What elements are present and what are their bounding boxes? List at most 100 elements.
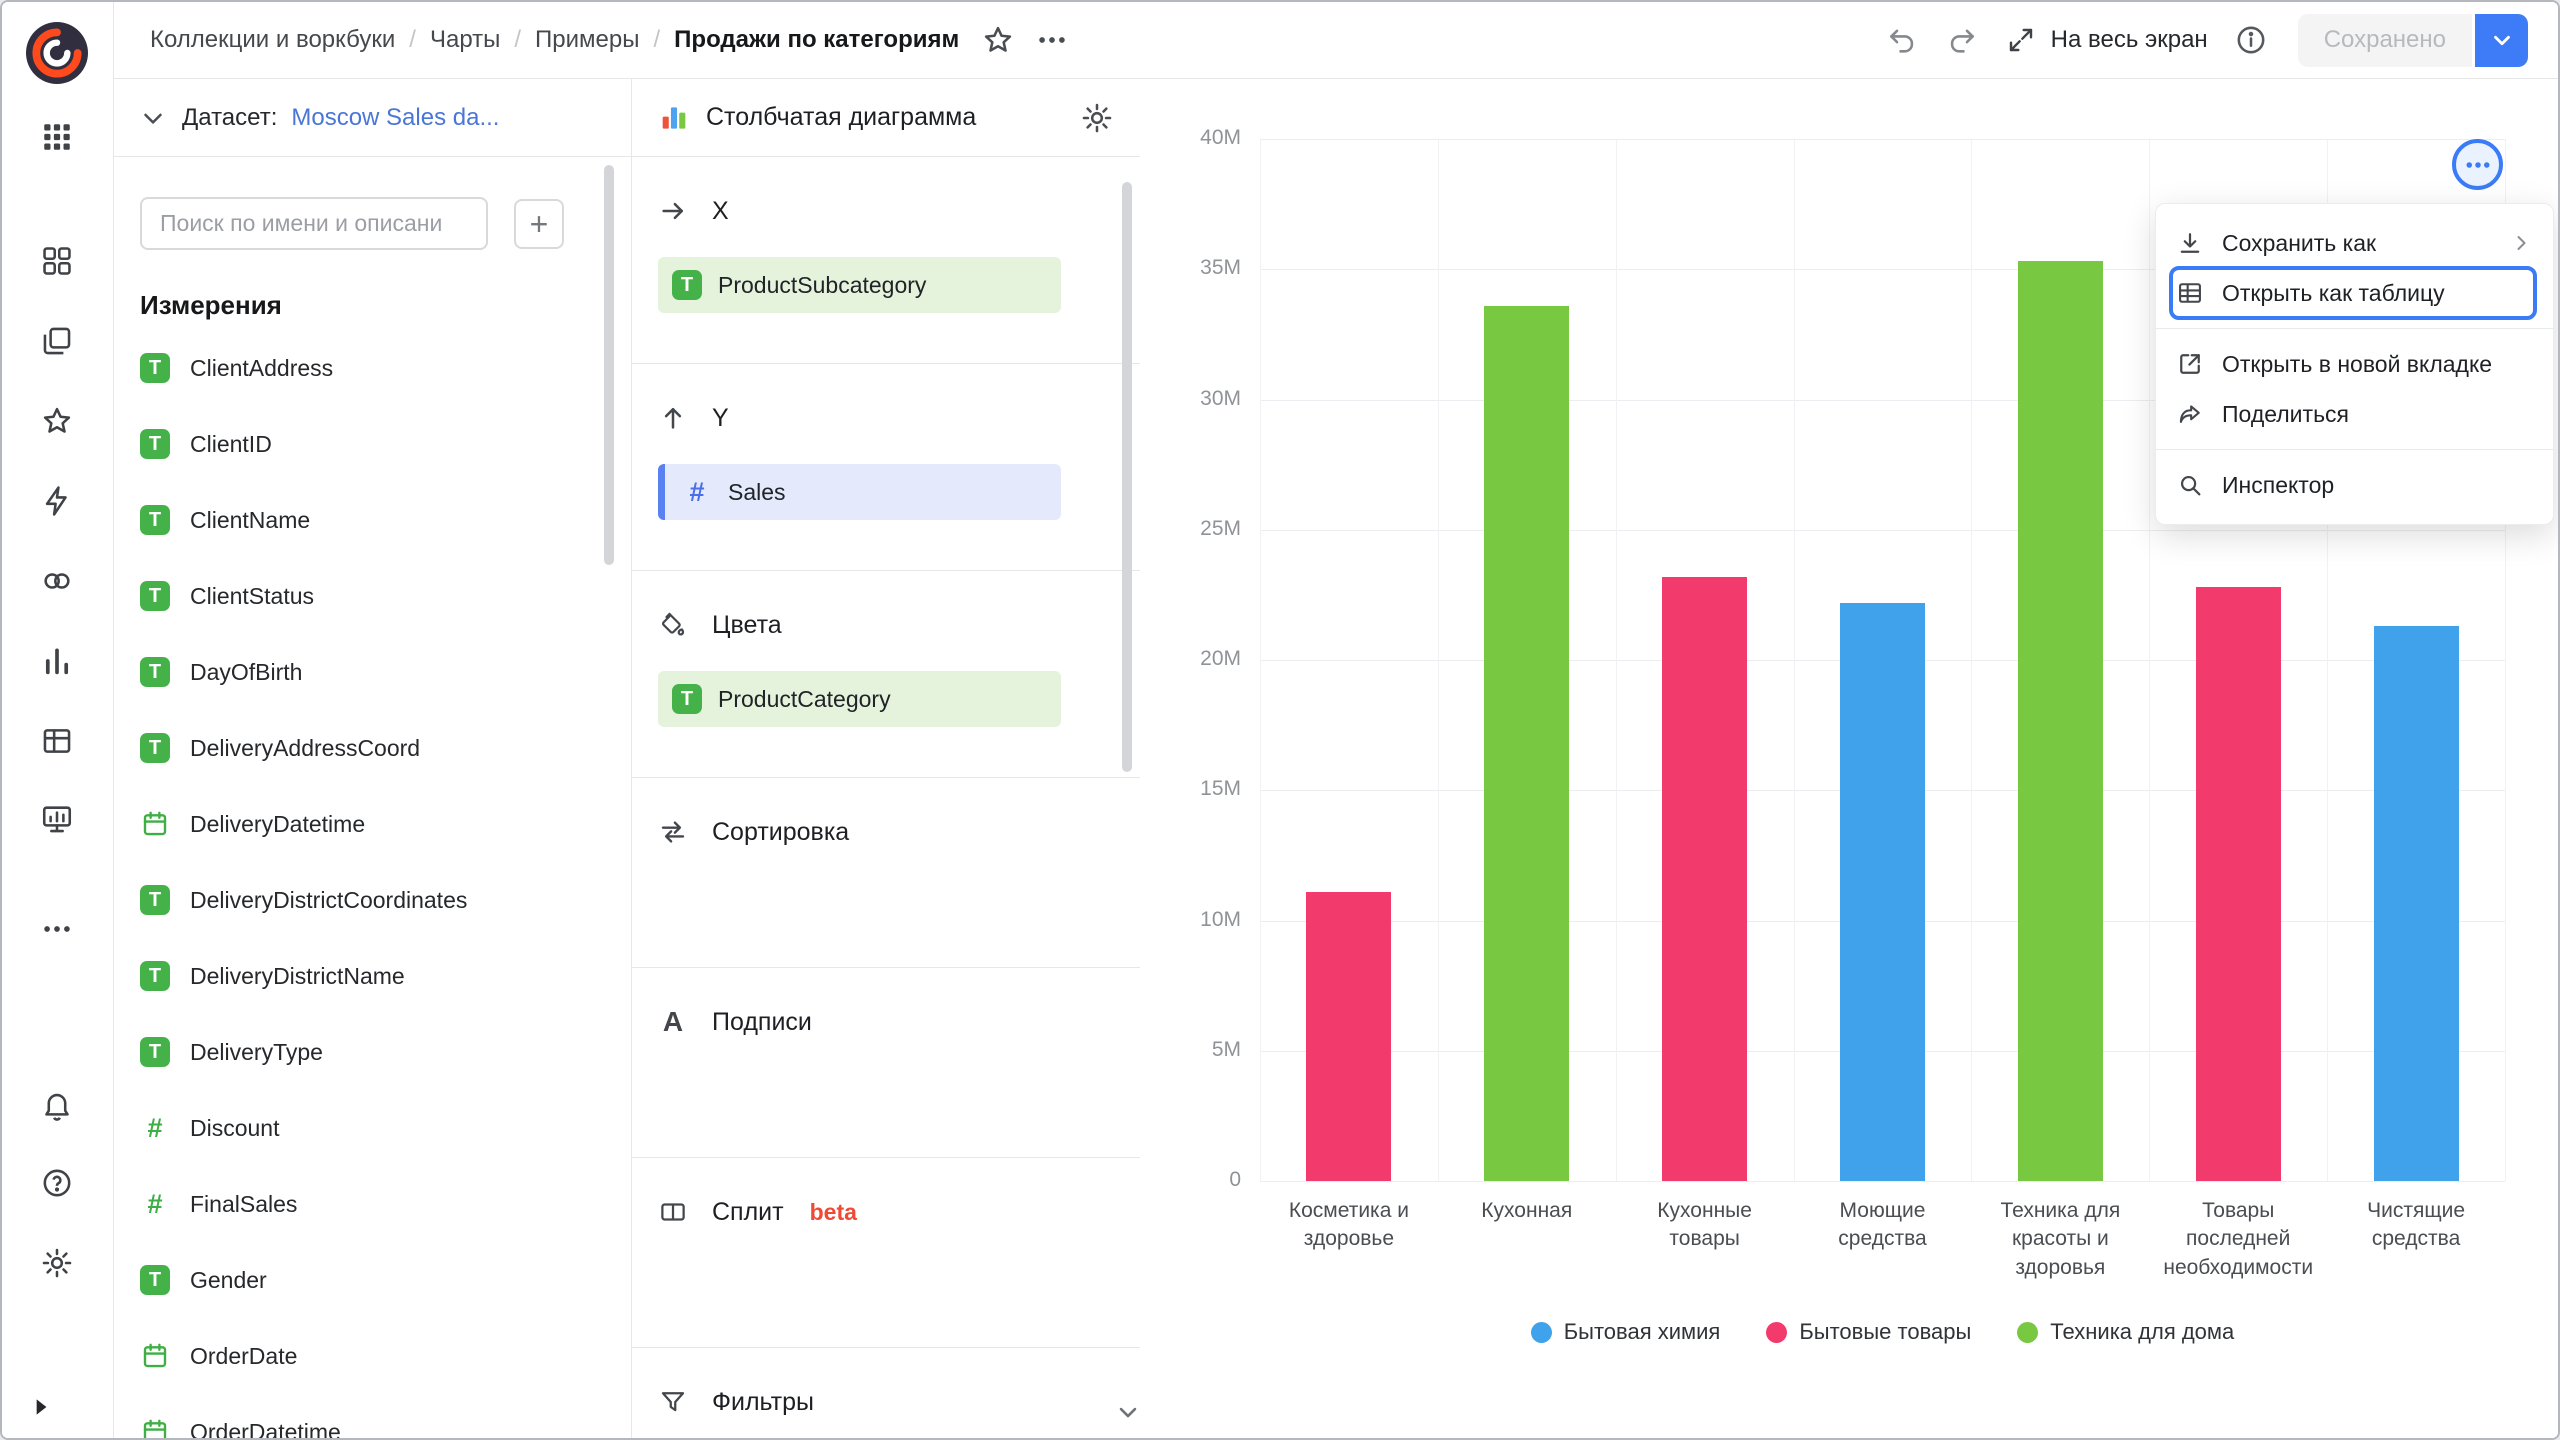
expand-rail-icon[interactable] [28,1394,54,1420]
menu-item-share[interactable]: Поделиться [2156,389,2553,439]
undo-icon[interactable] [1885,23,1919,57]
top-bar-actions: На весь экран Сохранено [1885,14,2528,67]
config-panel-scrollbar[interactable] [1121,87,1133,1428]
breadcrumb-item[interactable]: Коллекции и воркбуки [150,26,395,54]
dataset-field-OrderDate[interactable]: OrderDate [114,1318,631,1394]
dataset-field-DeliveryDistrictName[interactable]: TDeliveryDistrictName [114,938,631,1014]
connections-icon[interactable] [40,564,74,598]
field-chip-Sales[interactable]: #Sales [658,464,1061,520]
dataset-field-DeliveryType[interactable]: TDeliveryType [114,1014,631,1090]
chart-actions-ellipsis-icon[interactable] [1035,23,1069,57]
field-drop-zone[interactable] [658,1042,1114,1157]
charts-icon[interactable] [40,644,74,678]
field-name: OrderDatetime [190,1419,341,1439]
config-section-header-split: Сплитbeta [658,1192,1114,1232]
dataset-field-ClientAddress[interactable]: TClientAddress [114,330,631,406]
gridline-vertical [1616,139,1617,1181]
breadcrumb-item[interactable]: Продажи по категориям [674,26,959,54]
bar-7[interactable] [2374,626,2459,1181]
breadcrumb-item[interactable]: Примеры [535,26,639,54]
y-axis-tick-label: 20M [1141,647,1241,671]
breadcrumb-item[interactable]: Чарты [430,26,500,54]
scroll-down-chevron-icon[interactable] [1114,1398,1142,1426]
dataset-field-ClientID[interactable]: TClientID [114,406,631,482]
redo-icon[interactable] [1945,23,1979,57]
field-drop-zone[interactable] [658,852,1114,967]
bar-5[interactable] [2018,261,2103,1181]
search-input[interactable] [140,197,488,250]
chart-preview-area: Бытовая химия Бытовые товары Техника для д… [1141,79,2558,1438]
dataset-name-link[interactable]: Moscow Sales da... [291,104,499,132]
collapse-chevron-down-icon[interactable] [138,103,168,133]
field-drop-zone[interactable] [658,1422,1114,1438]
bar-2[interactable] [1484,306,1569,1181]
notifications-icon[interactable] [40,1088,74,1122]
saved-button[interactable]: Сохранено [2298,14,2472,67]
dataset-field-Gender[interactable]: TGender [114,1242,631,1318]
bar-6[interactable] [2196,587,2281,1181]
add-field-button[interactable]: + [514,199,564,249]
menu-item-save-as[interactable]: Сохранить как [2156,218,2553,268]
settings-icon[interactable] [40,1246,74,1280]
favorites-icon[interactable] [40,404,74,438]
datasets-icon[interactable] [40,724,74,758]
save-split-button: Сохранено [2298,14,2528,67]
menu-item-inspector[interactable]: Инспектор [2156,460,2553,510]
gridline-vertical [1260,139,1261,1181]
favorite-star-icon[interactable] [981,23,1015,57]
dimensions-section-title: Измерения [140,290,605,320]
chart-more-button[interactable] [2452,139,2503,190]
x-axis-category-label: Кухонные товары [1616,1197,1794,1254]
chart-settings-gear-icon[interactable] [1080,101,1114,135]
more-icon[interactable] [40,912,74,946]
collections-icon[interactable] [40,324,74,358]
string-type-icon: T [140,1037,170,1067]
field-chip-ProductCategory[interactable]: TProductCategory [658,671,1061,727]
date-type-icon [140,809,170,839]
datalens-logo[interactable] [26,22,88,84]
field-drop-zone[interactable] [658,1232,1114,1347]
dataset-field-ClientStatus[interactable]: TClientStatus [114,558,631,634]
apps-grid-icon[interactable] [40,120,74,154]
menu-item-open-new-tab[interactable]: Открыть в новой вкладке [2156,339,2553,389]
dataset-field-ClientName[interactable]: TClientName [114,482,631,558]
fullscreen-button[interactable]: На весь экран [2005,24,2208,56]
dataset-panel-scrollbar[interactable] [603,87,615,1428]
x-axis-category-label: Товары последней необходимости [2149,1197,2327,1282]
quick-actions-icon[interactable] [40,484,74,518]
section-chips: TProductSubcategory [658,257,1114,313]
gridline-vertical [1438,139,1439,1181]
scrollbar-thumb[interactable] [604,165,614,565]
chart-type-header: Столбчатая диаграмма [632,79,1140,157]
beta-badge: beta [810,1199,857,1226]
help-icon[interactable] [40,1166,74,1200]
field-chip-ProductSubcategory[interactable]: TProductSubcategory [658,257,1061,313]
column-chart-type-icon[interactable] [658,102,690,134]
dataset-field-DeliveryDatetime[interactable]: DeliveryDatetime [114,786,631,862]
dataset-field-DeliveryAddressCoord[interactable]: TDeliveryAddressCoord [114,710,631,786]
config-section-filters: Фильтры [632,1348,1140,1438]
legend-item[interactable]: Бытовая химия [1531,1319,1721,1345]
save-dropdown-button[interactable] [2475,14,2528,67]
dataset-field-DeliveryDistrictCoordinates[interactable]: TDeliveryDistrictCoordinates [114,862,631,938]
dashboards-icon[interactable] [40,802,74,836]
legend-item[interactable]: Техника для дома [2017,1319,2234,1345]
bar-1[interactable] [1306,892,1391,1181]
legend-item[interactable]: Бытовые товары [1766,1319,1971,1345]
config-section-label: Цвета [712,611,782,640]
dataset-field-DayOfBirth[interactable]: TDayOfBirth [114,634,631,710]
y-axis-tick-label: 25M [1141,517,1241,541]
dataset-field-Discount[interactable]: #Discount [114,1090,631,1166]
dataset-field-FinalSales[interactable]: #FinalSales [114,1166,631,1242]
external-link-icon [2176,350,2204,378]
scrollbar-thumb[interactable] [1122,182,1132,772]
chart-legend: Бытовая химия Бытовые товары Техника для д… [1260,1319,2505,1345]
bar-3[interactable] [1662,577,1747,1181]
dataset-field-OrderDatetime[interactable]: OrderDatetime [114,1394,631,1438]
workbooks-icon[interactable] [40,244,74,278]
labels-a-icon: A [658,1006,688,1038]
split-icon [658,1197,688,1227]
menu-item-open-as-table[interactable]: Открыть как таблицу [2156,268,2553,318]
bar-4[interactable] [1840,603,1925,1181]
info-icon[interactable] [2234,23,2268,57]
